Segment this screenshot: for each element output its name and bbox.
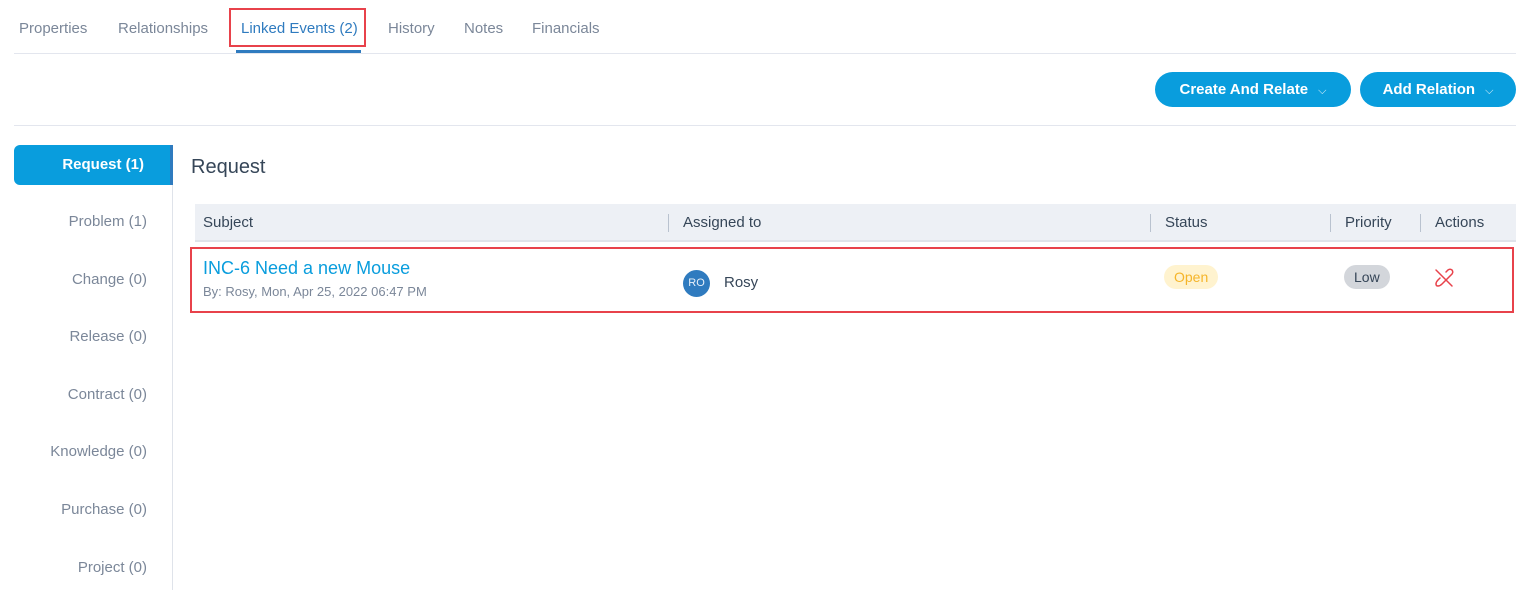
active-tab-indicator — [236, 50, 361, 53]
sidebar-item-release[interactable]: Release (0) — [14, 317, 173, 357]
chevron-down-icon: ⌵ — [1485, 84, 1494, 97]
column-resize-handle[interactable] — [1330, 214, 1331, 232]
sidebar-item-change[interactable]: Change (0) — [14, 260, 173, 300]
create-and-relate-button[interactable]: Create And Relate ⌵ — [1155, 72, 1351, 107]
column-header-assigned-to[interactable]: Assigned to — [683, 204, 761, 242]
chevron-down-icon: ⌵ — [1318, 84, 1327, 97]
sidebar-item-project[interactable]: Project (0) — [14, 548, 173, 588]
toolbar: Create And Relate ⌵ Add Relation ⌵ — [14, 72, 1516, 126]
sidebar-item-request[interactable]: Request (1) — [14, 145, 173, 185]
tab-history[interactable]: History — [388, 20, 435, 37]
sidebar: Request (1) Problem (1) Change (0) Relea… — [14, 145, 173, 590]
column-header-subject[interactable]: Subject — [203, 204, 253, 242]
tab-relationships[interactable]: Relationships — [118, 20, 208, 37]
sidebar-item-problem[interactable]: Problem (1) — [14, 202, 173, 242]
highlight-box — [190, 247, 1514, 313]
sidebar-item-contract[interactable]: Contract (0) — [14, 375, 173, 415]
highlight-box — [229, 8, 366, 47]
column-header-actions: Actions — [1435, 214, 1485, 231]
column-header-priority[interactable]: Priority — [1345, 204, 1392, 242]
sidebar-item-knowledge[interactable]: Knowledge (0) — [14, 432, 173, 472]
tab-notes[interactable]: Notes — [464, 20, 503, 37]
sidebar-item-purchase[interactable]: Purchase (0) — [14, 490, 173, 530]
table-header: Subject Assigned to Status Priority Acti… — [195, 204, 1516, 242]
tab-financials[interactable]: Financials — [532, 20, 600, 37]
column-resize-handle[interactable] — [668, 214, 669, 232]
add-relation-button[interactable]: Add Relation ⌵ — [1360, 72, 1516, 107]
column-resize-handle[interactable] — [1420, 214, 1421, 232]
column-header-status[interactable]: Status — [1165, 204, 1208, 242]
create-and-relate-label: Create And Relate — [1179, 81, 1309, 98]
tab-properties[interactable]: Properties — [19, 20, 87, 37]
add-relation-label: Add Relation — [1382, 81, 1476, 98]
column-resize-handle[interactable] — [1150, 214, 1151, 232]
section-title: Request — [191, 156, 266, 178]
